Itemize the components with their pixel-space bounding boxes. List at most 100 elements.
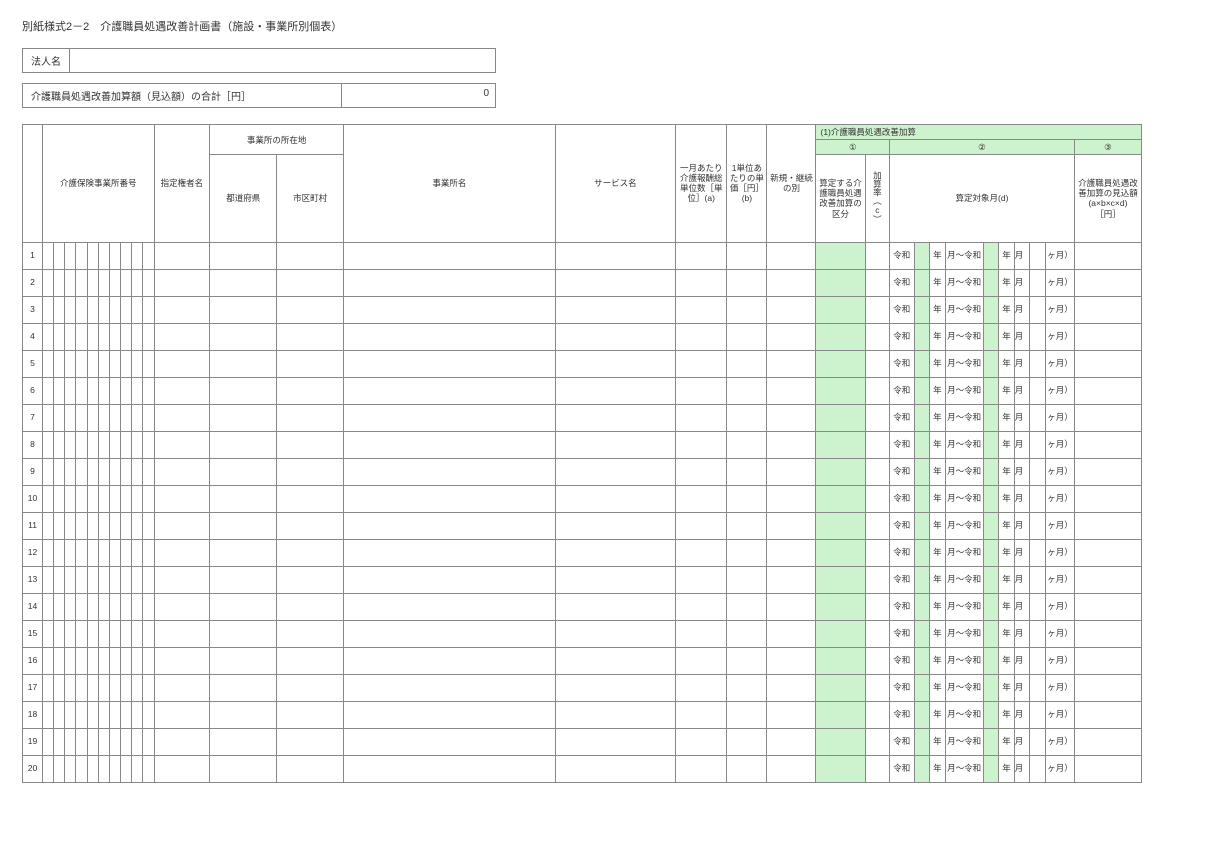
office-no-digit[interactable]	[143, 755, 154, 782]
cell-units[interactable]	[676, 323, 727, 350]
date-months-count[interactable]	[1030, 539, 1046, 566]
office-no-digit[interactable]	[132, 323, 143, 350]
cell-service[interactable]	[555, 593, 675, 620]
office-no-digit[interactable]	[132, 458, 143, 485]
date-months-count[interactable]	[1030, 647, 1046, 674]
office-no-digit[interactable]	[54, 539, 65, 566]
office-no-digit[interactable]	[132, 377, 143, 404]
office-no-digit[interactable]	[109, 593, 120, 620]
date-year1-input[interactable]	[914, 647, 930, 674]
office-no-digit[interactable]	[87, 728, 98, 755]
office-no-digit[interactable]	[54, 620, 65, 647]
office-no-digit[interactable]	[98, 755, 109, 782]
cell-office-name[interactable]	[344, 485, 556, 512]
cell-price[interactable]	[727, 701, 767, 728]
office-no-digit[interactable]	[98, 458, 109, 485]
cell-city[interactable]	[277, 593, 344, 620]
office-no-digit[interactable]	[43, 566, 54, 593]
cell-amount[interactable]	[1074, 485, 1141, 512]
office-no-digit[interactable]	[76, 269, 87, 296]
office-no-digit[interactable]	[87, 377, 98, 404]
cell-price[interactable]	[727, 647, 767, 674]
cell-office-name[interactable]	[344, 458, 556, 485]
office-no-digit[interactable]	[98, 728, 109, 755]
office-no-digit[interactable]	[76, 431, 87, 458]
cell-category[interactable]	[816, 431, 865, 458]
office-no-digit[interactable]	[98, 404, 109, 431]
office-no-digit[interactable]	[98, 431, 109, 458]
cell-amount[interactable]	[1074, 296, 1141, 323]
office-no-digit[interactable]	[143, 323, 154, 350]
cell-authority[interactable]	[154, 620, 210, 647]
cell-pref[interactable]	[210, 323, 277, 350]
cell-category[interactable]	[816, 647, 865, 674]
date-year2-input[interactable]	[983, 701, 999, 728]
office-no-digit[interactable]	[65, 620, 76, 647]
cell-rate[interactable]	[865, 539, 890, 566]
date-months-count[interactable]	[1030, 404, 1046, 431]
date-year2-input[interactable]	[983, 512, 999, 539]
office-no-digit[interactable]	[54, 404, 65, 431]
office-no-digit[interactable]	[109, 674, 120, 701]
office-no-digit[interactable]	[98, 512, 109, 539]
date-year1-input[interactable]	[914, 296, 930, 323]
office-no-digit[interactable]	[87, 323, 98, 350]
cell-rate[interactable]	[865, 701, 890, 728]
cell-price[interactable]	[727, 458, 767, 485]
office-no-digit[interactable]	[87, 674, 98, 701]
cell-rate[interactable]	[865, 404, 890, 431]
cell-service[interactable]	[555, 404, 675, 431]
office-no-digit[interactable]	[109, 431, 120, 458]
cell-newcont[interactable]	[767, 242, 816, 269]
office-no-digit[interactable]	[143, 512, 154, 539]
cell-amount[interactable]	[1074, 458, 1141, 485]
office-no-digit[interactable]	[98, 620, 109, 647]
cell-authority[interactable]	[154, 539, 210, 566]
cell-authority[interactable]	[154, 701, 210, 728]
cell-price[interactable]	[727, 755, 767, 782]
cell-newcont[interactable]	[767, 404, 816, 431]
office-no-digit[interactable]	[65, 728, 76, 755]
office-no-digit[interactable]	[43, 512, 54, 539]
cell-units[interactable]	[676, 755, 727, 782]
office-no-digit[interactable]	[109, 485, 120, 512]
office-no-digit[interactable]	[109, 512, 120, 539]
office-no-digit[interactable]	[143, 539, 154, 566]
office-no-digit[interactable]	[54, 458, 65, 485]
date-year2-input[interactable]	[983, 728, 999, 755]
office-no-digit[interactable]	[98, 323, 109, 350]
office-no-digit[interactable]	[76, 458, 87, 485]
cell-office-name[interactable]	[344, 269, 556, 296]
office-no-digit[interactable]	[132, 350, 143, 377]
cell-office-name[interactable]	[344, 431, 556, 458]
date-year2-input[interactable]	[983, 377, 999, 404]
cell-pref[interactable]	[210, 458, 277, 485]
office-no-digit[interactable]	[132, 566, 143, 593]
cell-category[interactable]	[816, 728, 865, 755]
date-year1-input[interactable]	[914, 323, 930, 350]
office-no-digit[interactable]	[132, 404, 143, 431]
date-year2-input[interactable]	[983, 269, 999, 296]
office-no-digit[interactable]	[76, 593, 87, 620]
cell-category[interactable]	[816, 458, 865, 485]
cell-pref[interactable]	[210, 431, 277, 458]
office-no-digit[interactable]	[87, 485, 98, 512]
cell-category[interactable]	[816, 674, 865, 701]
date-year1-input[interactable]	[914, 512, 930, 539]
office-no-digit[interactable]	[98, 269, 109, 296]
office-no-digit[interactable]	[121, 512, 132, 539]
office-no-digit[interactable]	[143, 377, 154, 404]
cell-authority[interactable]	[154, 404, 210, 431]
cell-units[interactable]	[676, 728, 727, 755]
office-no-digit[interactable]	[98, 242, 109, 269]
office-no-digit[interactable]	[43, 485, 54, 512]
cell-newcont[interactable]	[767, 323, 816, 350]
cell-authority[interactable]	[154, 512, 210, 539]
cell-authority[interactable]	[154, 593, 210, 620]
cell-city[interactable]	[277, 647, 344, 674]
cell-units[interactable]	[676, 431, 727, 458]
date-months-count[interactable]	[1030, 593, 1046, 620]
cell-city[interactable]	[277, 701, 344, 728]
office-no-digit[interactable]	[143, 485, 154, 512]
office-no-digit[interactable]	[132, 755, 143, 782]
